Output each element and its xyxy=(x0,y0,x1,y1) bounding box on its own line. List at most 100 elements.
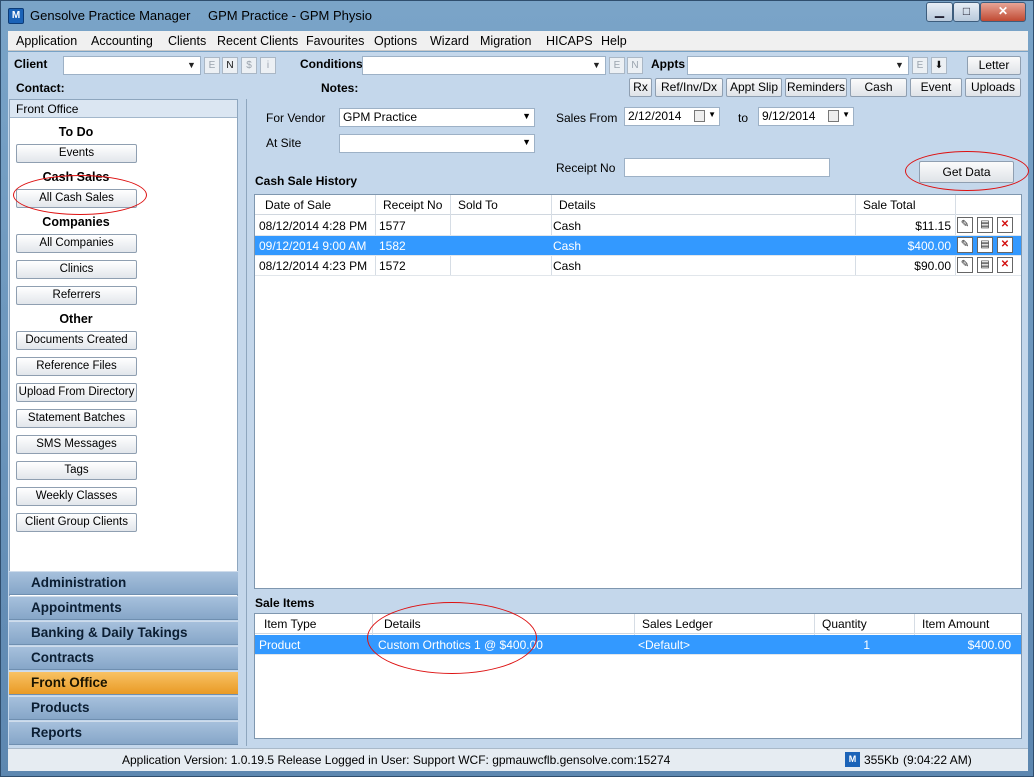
sales-from-label: Sales From xyxy=(556,111,618,125)
other-heading: Other xyxy=(59,312,93,326)
nav-products[interactable]: Products xyxy=(9,696,238,720)
rx-button[interactable]: Rx xyxy=(629,78,652,97)
column-receipt-no[interactable]: Receipt No xyxy=(383,198,442,212)
menu-migration[interactable]: Migration xyxy=(480,34,531,48)
edit-pencil-icon[interactable]: ✎ xyxy=(957,217,973,233)
documents-created-button[interactable]: Documents Created xyxy=(16,331,137,350)
weekly-classes-button[interactable]: Weekly Classes xyxy=(16,487,137,506)
vendor-select[interactable]: GPM Practice ▼ xyxy=(339,108,535,127)
event-button[interactable]: Event xyxy=(910,78,962,97)
table-row[interactable]: Product Custom Orthotics 1 @ $400.00 <De… xyxy=(255,635,1021,655)
print-icon[interactable]: ▤ xyxy=(977,217,993,233)
statement-batches-button[interactable]: Statement Batches xyxy=(16,409,137,428)
column-sales-ledger[interactable]: Sales Ledger xyxy=(642,617,713,631)
chevron-down-icon: ▼ xyxy=(592,60,601,70)
print-icon[interactable]: ▤ xyxy=(977,257,993,273)
reminders-button[interactable]: Reminders xyxy=(785,78,847,97)
status-version: Application Version: 1.0.19.5 Release Lo… xyxy=(122,753,671,767)
receipt-no-input[interactable] xyxy=(624,158,830,177)
column-details[interactable]: Details xyxy=(559,198,596,212)
sms-messages-button[interactable]: SMS Messages xyxy=(16,435,137,454)
client-group-clients-button[interactable]: Client Group Clients xyxy=(16,513,137,532)
calendar-icon[interactable] xyxy=(694,110,705,122)
conditions-e-button[interactable]: E xyxy=(609,57,625,74)
conditions-combo[interactable]: ▼ xyxy=(362,56,606,75)
nav-reports[interactable]: Reports xyxy=(9,721,238,745)
menu-wizard[interactable]: Wizard xyxy=(430,34,469,48)
minimize-button[interactable]: ▁ xyxy=(926,2,953,22)
letter-button[interactable]: Letter xyxy=(967,56,1021,75)
title-bar[interactable]: M Gensolve Practice Manager GPM Practice… xyxy=(1,1,1033,31)
column-item-type[interactable]: Item Type xyxy=(264,617,316,631)
nav-appointments[interactable]: Appointments xyxy=(9,596,238,620)
sales-from-date[interactable]: 2/12/2014 ▼ xyxy=(624,107,720,126)
menu-help[interactable]: Help xyxy=(601,34,627,48)
to-label: to xyxy=(738,111,749,125)
ref-inv-dx-button[interactable]: Ref/Inv/Dx xyxy=(655,78,723,97)
cash-sale-button[interactable]: Cash Sale xyxy=(850,78,907,111)
at-site-select[interactable]: ▼ xyxy=(339,134,535,153)
for-vendor-label: For Vendor xyxy=(266,111,326,125)
close-button[interactable]: ✕ xyxy=(980,2,1026,22)
events-button[interactable]: Events xyxy=(16,144,137,163)
column-item-amount[interactable]: Item Amount xyxy=(922,617,989,631)
client-info-button[interactable]: i xyxy=(260,57,276,74)
delete-icon[interactable]: ✕ xyxy=(997,237,1013,253)
practice-title: GPM Practice - GPM Physio xyxy=(208,8,372,23)
get-data-button[interactable]: Get Data xyxy=(919,161,1014,183)
appts-e-button[interactable]: E xyxy=(912,57,928,74)
cell-receipt: 1577 xyxy=(379,219,406,233)
menu-recent-clients[interactable]: Recent Clients xyxy=(217,34,298,48)
appts-combo[interactable]: ▼ xyxy=(687,56,909,75)
nav-contracts[interactable]: Contracts xyxy=(9,646,238,670)
conditions-n-button[interactable]: N xyxy=(627,57,643,74)
vendor-value: GPM Practice xyxy=(343,110,418,124)
reference-files-button[interactable]: Reference Files xyxy=(16,357,137,376)
calendar-icon[interactable] xyxy=(828,110,839,122)
client-combo[interactable]: ▼ xyxy=(63,56,201,75)
column-quantity[interactable]: Quantity xyxy=(822,617,867,631)
table-row[interactable]: 09/12/2014 9:00 AM 1582 Cash $400.00 ✎ ▤… xyxy=(255,236,1021,256)
menu-clients[interactable]: Clients xyxy=(168,34,206,48)
contact-label: Contact: xyxy=(16,81,65,95)
menu-hicaps[interactable]: HICAPS xyxy=(546,34,593,48)
uploads-button[interactable]: Uploads xyxy=(965,78,1021,97)
column-sold-to[interactable]: Sold To xyxy=(458,198,498,212)
menu-accounting[interactable]: Accounting xyxy=(91,34,153,48)
tags-button[interactable]: Tags xyxy=(16,461,137,480)
appt-slip-button[interactable]: Appt Slip xyxy=(726,78,782,97)
maximize-button[interactable]: □ xyxy=(953,2,980,22)
client-n-button[interactable]: N xyxy=(222,57,238,74)
edit-pencil-icon[interactable]: ✎ xyxy=(957,257,973,273)
table-row[interactable]: 08/12/2014 4:23 PM 1572 Cash $90.00 ✎ ▤ … xyxy=(255,256,1021,276)
delete-icon[interactable]: ✕ xyxy=(997,217,1013,233)
cell-total: $400.00 xyxy=(907,239,951,253)
download-icon[interactable]: ⬇ xyxy=(931,57,947,74)
column-details[interactable]: Details xyxy=(384,617,421,631)
column-sale-total[interactable]: Sale Total xyxy=(863,198,915,212)
column-date-of-sale[interactable]: Date of Sale xyxy=(265,198,331,212)
referrers-button[interactable]: Referrers xyxy=(16,286,137,305)
client-dollar-button[interactable]: $ xyxy=(241,57,257,74)
sale-items-grid: Item Type Details Sales Ledger Quantity … xyxy=(254,613,1022,739)
nav-banking-daily-takings[interactable]: Banking & Daily Takings xyxy=(9,621,238,645)
menu-favourites[interactable]: Favourites xyxy=(306,34,364,48)
client-e-button[interactable]: E xyxy=(204,57,220,74)
delete-icon[interactable]: ✕ xyxy=(997,257,1013,273)
menu-bar: Application Accounting Clients Recent Cl… xyxy=(8,31,1028,51)
print-icon[interactable]: ▤ xyxy=(977,237,993,253)
all-cash-sales-button[interactable]: All Cash Sales xyxy=(16,189,137,208)
table-row[interactable]: 08/12/2014 4:28 PM 1577 Cash $11.15 ✎ ▤ … xyxy=(255,216,1021,236)
edit-pencil-icon[interactable]: ✎ xyxy=(957,237,973,253)
chevron-down-icon: ▼ xyxy=(187,60,196,70)
menu-options[interactable]: Options xyxy=(374,34,417,48)
cell-date: 08/12/2014 4:23 PM xyxy=(259,259,368,273)
nav-front-office[interactable]: Front Office xyxy=(9,671,238,695)
nav-administration[interactable]: Administration xyxy=(9,571,238,595)
cell-total: $11.15 xyxy=(915,219,951,233)
sales-to-date[interactable]: 9/12/2014 ▼ xyxy=(758,107,854,126)
upload-from-directory-button[interactable]: Upload From Directory xyxy=(16,383,137,402)
menu-application[interactable]: Application xyxy=(16,34,77,48)
all-companies-button[interactable]: All Companies xyxy=(16,234,137,253)
clinics-button[interactable]: Clinics xyxy=(16,260,137,279)
